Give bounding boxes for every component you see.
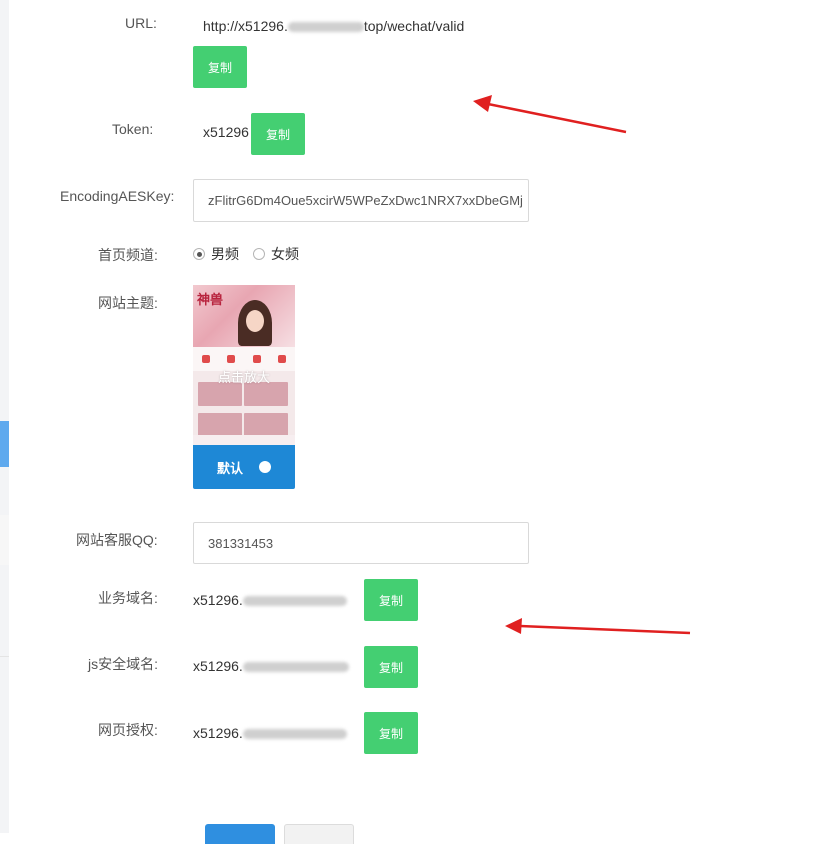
arrow-top-icon bbox=[473, 95, 627, 134]
arrow-bottom-icon bbox=[505, 618, 691, 635]
annotation-arrows bbox=[473, 95, 691, 635]
